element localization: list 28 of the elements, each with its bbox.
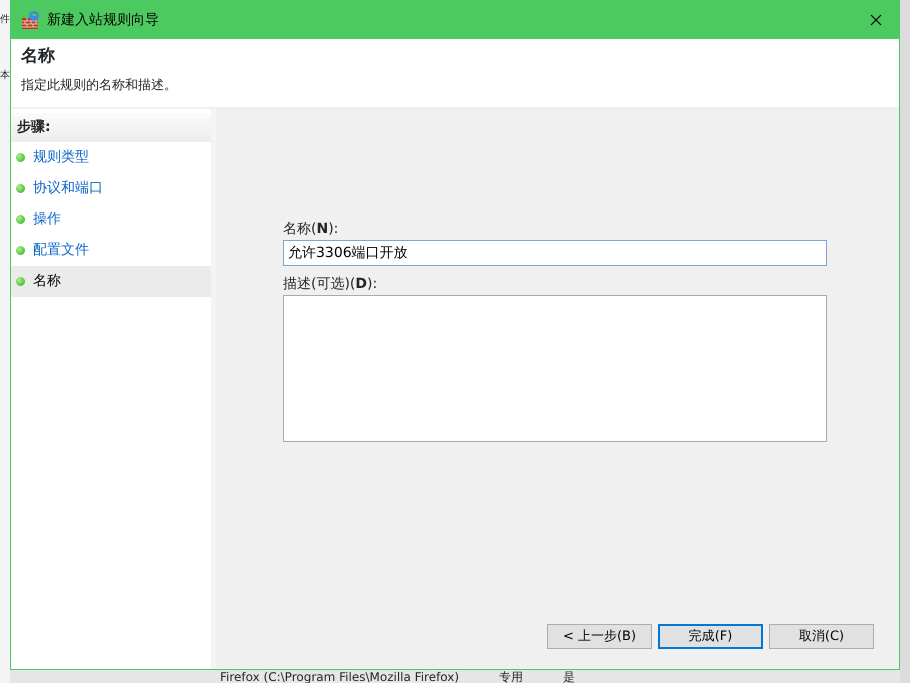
name-field[interactable]: 允许3306端口开放	[283, 240, 827, 266]
background-text: 本	[0, 70, 10, 82]
rule-name: Firefox (C:\Program Files\Mozilla Firefox)	[220, 670, 460, 682]
status-dot-icon	[16, 277, 25, 286]
background-text: 件	[0, 14, 10, 26]
description-field[interactable]	[283, 295, 827, 442]
description-label: 描述(可选)(D):	[283, 276, 378, 292]
enabled-value: 是	[563, 670, 576, 682]
name-label: 名称(N):	[283, 221, 338, 237]
firewall-icon	[21, 10, 41, 30]
step-item[interactable]: 规则类型	[11, 142, 211, 173]
wizard-button[interactable]: < 上一步(B)	[547, 624, 652, 649]
status-dot-icon	[16, 246, 25, 255]
step-item[interactable]: 操作	[11, 204, 211, 235]
step-item[interactable]: 配置文件	[11, 235, 211, 266]
close-icon	[870, 14, 882, 26]
page-title: 名称	[21, 45, 56, 68]
status-dot-icon	[16, 153, 25, 162]
page-description: 指定此规则的名称和描述。	[21, 77, 178, 95]
profile-value: 专用	[499, 670, 524, 682]
wizard-button[interactable]: 取消(C)	[769, 624, 874, 649]
status-dot-icon	[16, 184, 25, 193]
status-dot-icon	[16, 215, 25, 224]
steps-heading: 步骤:	[11, 113, 211, 142]
step-item[interactable]: 名称	[11, 266, 211, 297]
window-title: 新建入站规则向导	[47, 10, 159, 30]
step-item[interactable]: 协议和端口	[11, 173, 211, 204]
wizard-button[interactable]: 完成(F)	[658, 624, 763, 649]
